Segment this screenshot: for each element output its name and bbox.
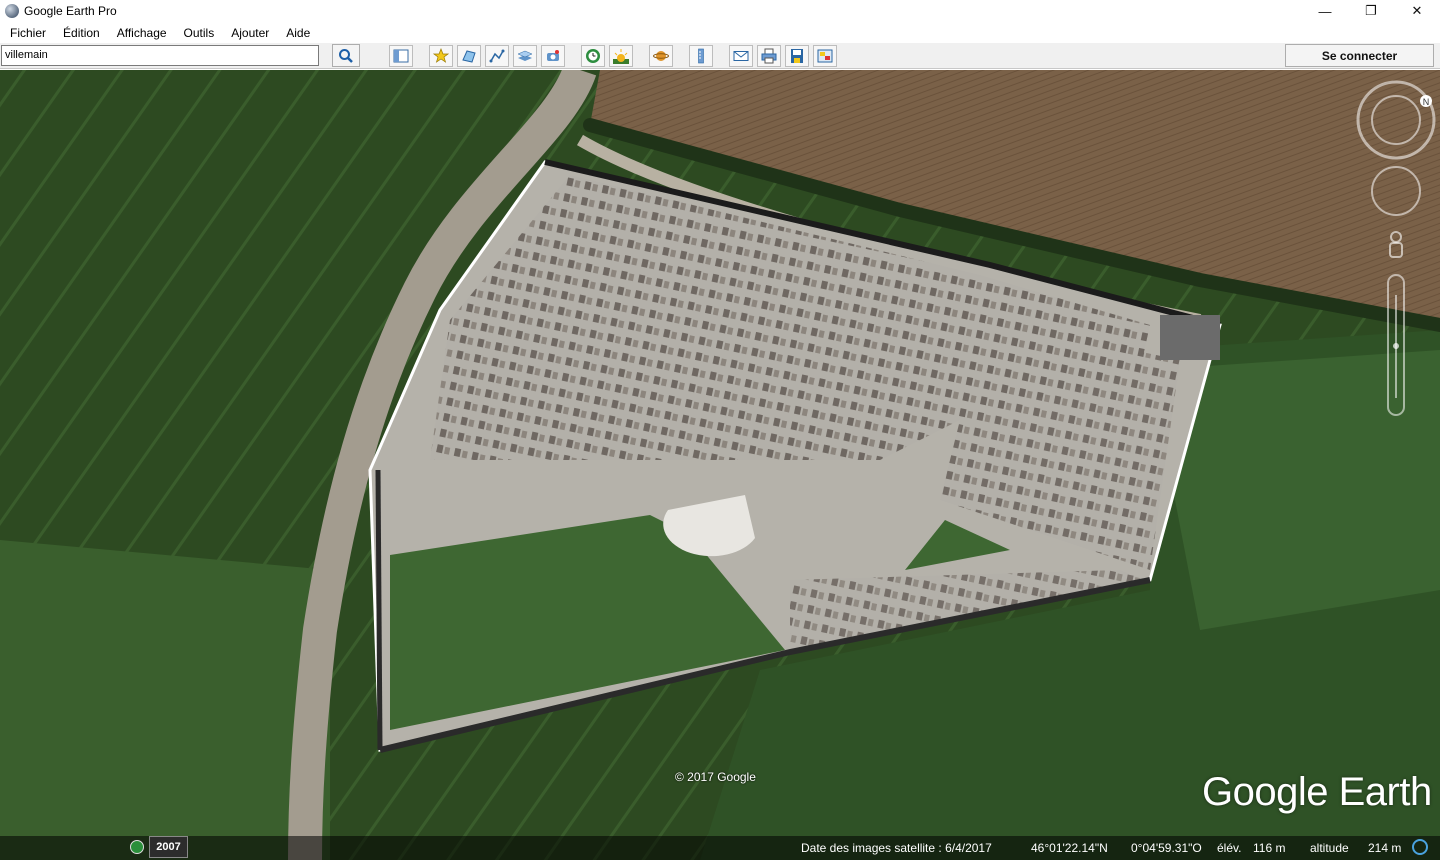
menu-edition[interactable]: Édition (54, 26, 108, 40)
overlay-button[interactable] (513, 45, 537, 67)
search-input[interactable]: villemain (1, 45, 319, 66)
print-icon (761, 48, 777, 64)
polygon-button[interactable] (457, 45, 481, 67)
navigation-controls[interactable]: N (1356, 80, 1436, 420)
view-in-maps-button[interactable] (813, 45, 837, 67)
tour-button[interactable] (541, 45, 565, 67)
imagery-date: Date des images satellite : 6/4/2017 (801, 841, 992, 855)
search-button[interactable] (332, 44, 360, 67)
north-icon[interactable]: N (1420, 95, 1432, 107)
pegman-icon[interactable] (1389, 231, 1403, 258)
menu-ajouter[interactable]: Ajouter (222, 26, 277, 40)
elevation-label: élév. (1217, 841, 1242, 855)
placemark-icon (433, 48, 449, 63)
placemark-button[interactable] (429, 45, 453, 67)
path-button[interactable] (485, 45, 509, 67)
latitude: 46°01'22.14"N (1031, 841, 1108, 855)
google-earth-logo: Google Earth (1202, 770, 1432, 814)
planets-button[interactable] (649, 45, 673, 67)
menu-fichier[interactable]: Fichier (0, 26, 54, 40)
save-image-icon (791, 49, 803, 63)
email-button[interactable] (729, 45, 753, 67)
map-view[interactable]: © 2017 Google Google Earth N Date des im… (0, 70, 1440, 860)
longitude: 0°04'59.31"O (1131, 841, 1202, 855)
search-icon (339, 48, 353, 63)
historical-imagery-clock-icon[interactable] (130, 840, 144, 854)
satellite-imagery[interactable] (0, 70, 1440, 860)
connect-button[interactable]: Se connecter (1285, 44, 1434, 67)
elevation-value: 116 m (1253, 841, 1286, 855)
title-bar: Google Earth Pro — ❐ ✕ (0, 0, 1440, 22)
email-icon (733, 51, 749, 61)
move-joystick-icon[interactable] (1371, 166, 1421, 216)
altitude-value: 214 m (1368, 841, 1402, 855)
historical-imagery-icon (586, 49, 600, 63)
overlay-icon (517, 50, 533, 61)
look-joystick-icon[interactable] (1356, 80, 1436, 160)
print-button[interactable] (757, 45, 781, 67)
svg-text:N: N (1423, 97, 1430, 107)
planets-icon (653, 51, 669, 61)
menu-outils[interactable]: Outils (175, 26, 223, 40)
streaming-indicator-icon (1412, 839, 1428, 855)
menu-aide[interactable]: Aide (277, 26, 318, 40)
window-title: Google Earth Pro (24, 4, 117, 18)
sunlight-icon (613, 49, 629, 64)
historical-imagery-button[interactable] (581, 45, 605, 67)
minimize-icon[interactable]: — (1302, 0, 1348, 22)
polygon-icon (462, 50, 476, 63)
status-bar: Date des images satellite : 6/4/2017 46°… (0, 836, 1440, 860)
ruler-button[interactable] (689, 45, 713, 67)
save-image-button[interactable] (785, 45, 809, 67)
tour-icon (547, 50, 559, 61)
sunlight-button[interactable] (609, 45, 633, 67)
sidebar-button[interactable] (389, 45, 413, 67)
menu-bar: Fichier Édition Affichage Outils Ajouter… (0, 22, 1440, 43)
toolbar: villemain Se connecter (0, 43, 1440, 69)
copyright-text: © 2017 Google (675, 770, 756, 784)
ruler-icon (698, 48, 704, 64)
sidebar-icon (393, 49, 409, 63)
imagery-year[interactable]: 2007 (149, 836, 188, 858)
google-earth-app-icon (5, 4, 19, 18)
zoom-slider-icon[interactable] (1387, 274, 1405, 416)
view-in-maps-icon (817, 49, 833, 63)
altitude-label: altitude (1310, 841, 1349, 855)
menu-affichage[interactable]: Affichage (108, 26, 175, 40)
path-icon (489, 49, 505, 63)
close-icon[interactable]: ✕ (1394, 0, 1440, 22)
restore-icon[interactable]: ❐ (1348, 0, 1394, 22)
